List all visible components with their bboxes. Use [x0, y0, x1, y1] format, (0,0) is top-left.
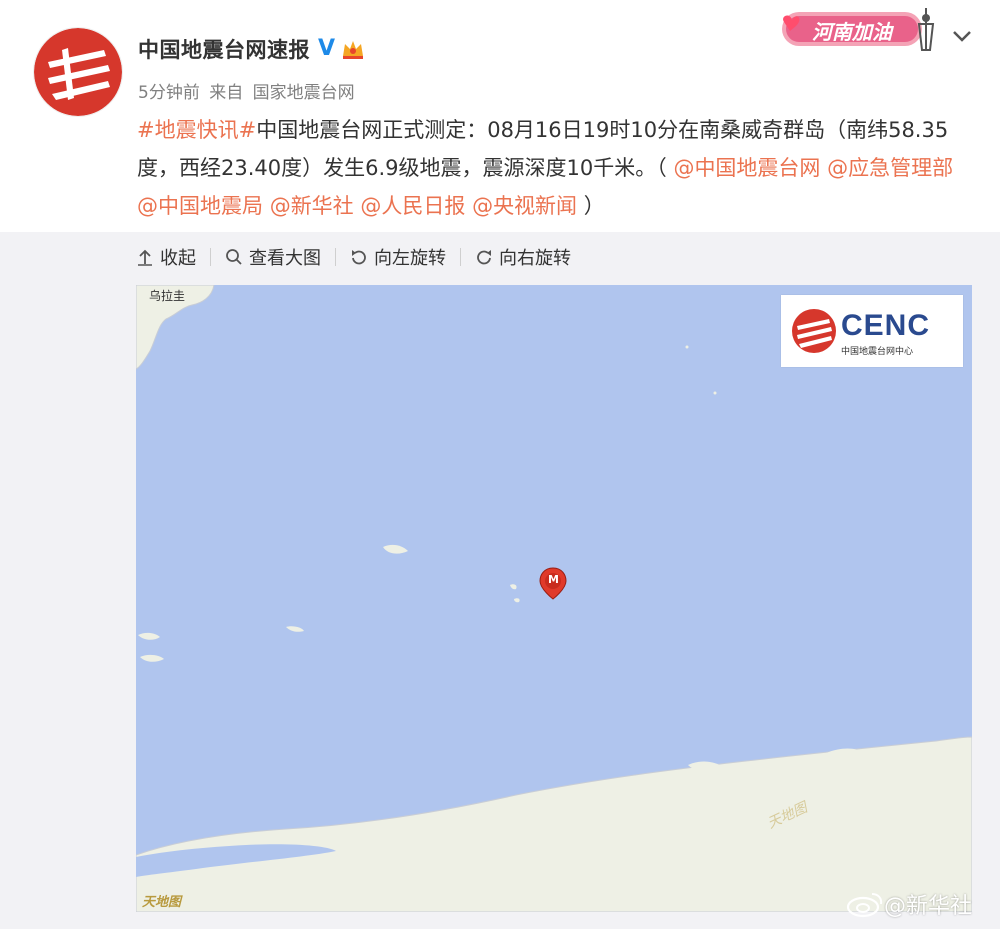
footer-watermark: @新华社: [846, 888, 972, 920]
rotate-left-icon: [352, 250, 366, 265]
verified-icon: V: [318, 36, 336, 61]
campaign-badge-text: 河南加油: [812, 20, 892, 44]
cenc-logo-icon: [34, 28, 122, 116]
cenc-mark-icon: [792, 309, 836, 353]
post-close-paren: ）: [583, 194, 605, 218]
crown-icon: [343, 41, 364, 59]
rotate-left-button[interactable]: 向左旋转: [350, 244, 446, 270]
map-watermark: 天地图: [142, 895, 182, 910]
mention-link[interactable]: @中国地震台网: [673, 156, 820, 180]
rotate-right-button[interactable]: 向右旋转: [475, 244, 571, 270]
image-toolbar: 收起 查看大图 向左旋转 向右旋转: [136, 242, 571, 272]
author-name[interactable]: 中国地震台网速报: [138, 34, 310, 64]
cenc-logo: CENC 中国地震台网中心: [781, 295, 963, 367]
post-meta: 5分钟前 来自 国家地震台网: [138, 78, 359, 103]
mention-link[interactable]: @应急管理部: [827, 156, 953, 180]
weibo-post: 中国地震台网速报 V 5分钟前 来自 国家地震台网 河南加油 #地震快讯#中国地…: [0, 0, 1000, 232]
mention-link[interactable]: @央视新闻: [472, 194, 577, 218]
cenc-subtitle: 中国地震台网中心: [841, 347, 914, 357]
place-label: 乌拉圭: [149, 289, 186, 303]
mention-link[interactable]: @中国地震局: [137, 194, 263, 218]
rotate-right-icon: [477, 250, 491, 265]
footer-watermark-text: @新华社: [884, 894, 973, 919]
toolbar-divider: [460, 248, 461, 266]
map-canvas: [136, 285, 972, 912]
chevron-down-icon[interactable]: [950, 24, 974, 48]
weibo-icon: [846, 893, 883, 918]
campaign-badge[interactable]: 河南加油: [776, 4, 946, 54]
rotate-left-label: 向左旋转: [374, 248, 446, 269]
collapse-icon: [138, 249, 152, 266]
post-source[interactable]: 国家地震台网: [253, 83, 355, 103]
earthquake-map[interactable]: M 乌拉圭 CENC 中国地震台网中心 天地图 天地图: [136, 285, 972, 912]
hashtag-link[interactable]: #地震快讯#: [137, 118, 256, 142]
view-large-label: 查看大图: [249, 248, 321, 269]
toolbar-divider: [210, 248, 211, 266]
search-icon: [226, 249, 242, 265]
post-time[interactable]: 5分钟前: [138, 83, 200, 103]
collapse-label: 收起: [160, 248, 196, 269]
author-row: 中国地震台网速报 V: [138, 34, 365, 64]
rotate-right-label: 向右旋转: [499, 248, 571, 269]
mention-link[interactable]: @新华社: [270, 194, 354, 218]
cenc-title: CENC: [841, 309, 931, 342]
mention-link[interactable]: @人民日报: [360, 194, 465, 218]
view-large-button[interactable]: 查看大图: [225, 244, 321, 270]
toolbar-divider: [335, 248, 336, 266]
source-prefix: 来自: [209, 83, 244, 103]
post-text: #地震快讯#中国地震台网正式测定：08月16日19时10分在南桑威奇群岛（南纬5…: [137, 111, 972, 225]
avatar[interactable]: [33, 27, 123, 117]
map-marker-label: M: [548, 573, 559, 586]
collapse-button[interactable]: 收起: [136, 244, 196, 270]
